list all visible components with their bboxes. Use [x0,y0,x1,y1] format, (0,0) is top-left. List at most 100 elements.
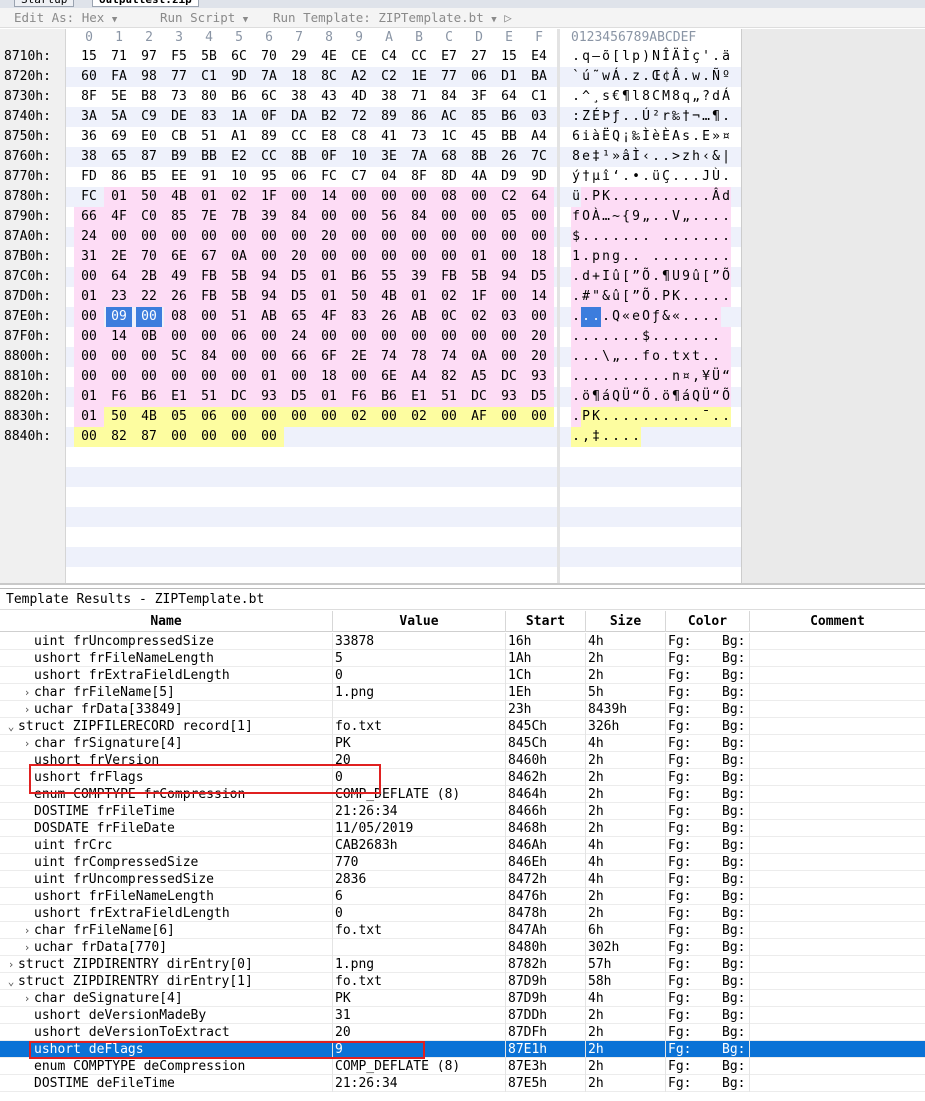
ascii-char[interactable]: " [591,287,601,307]
hex-byte[interactable]: 6C [256,87,282,107]
hex-byte[interactable]: DE [166,107,192,127]
ascii-char[interactable]: ý [571,167,581,187]
hex-byte[interactable]: E4 [526,47,552,67]
hex-byte[interactable]: C7 [346,167,372,187]
ascii-char[interactable]: . [571,327,581,347]
ascii-char[interactable]: ) [641,47,651,67]
ascii-char[interactable]: û [611,287,621,307]
hex-byte[interactable]: 00 [314,207,344,227]
column-header-value[interactable]: Value [333,611,506,632]
hex-byte[interactable]: 0A [464,347,494,367]
ascii-char[interactable]: . [701,287,711,307]
hex-byte[interactable]: 00 [464,327,494,347]
ascii-char[interactable]: . [671,247,681,267]
ascii-char[interactable]: ' [701,47,711,67]
ascii-char[interactable]: h [691,147,701,167]
ascii-char[interactable]: . [641,187,651,207]
ascii-char[interactable]: ¹ [601,147,611,167]
hex-byte[interactable]: E8 [316,127,342,147]
ascii-char[interactable]: . [691,287,701,307]
hex-byte[interactable]: 0F [316,147,342,167]
hex-byte[interactable]: 00 [74,367,104,387]
hex-byte[interactable]: 00 [284,187,314,207]
ascii-char[interactable]: . [621,227,631,247]
ascii-char[interactable]: . [581,227,591,247]
ascii-char[interactable]: . [611,367,621,387]
hex-byte[interactable]: CC [256,147,282,167]
ascii-char[interactable]: € [611,87,621,107]
hex-byte[interactable]: C8 [346,127,372,147]
ascii-char[interactable]: Q [611,307,621,327]
ascii-char[interactable]: â [621,147,631,167]
table-row[interactable]: DOSTIME deFileTime 21:26:34 87E5h 2h Fg: Bg: [0,1075,925,1092]
table-row[interactable]: ushort deVersionMadeBy 31 87DDh 2h Fg: Bg: [0,1007,925,1024]
ascii-char[interactable]: . [721,407,731,427]
hex-byte[interactable]: 24 [74,227,104,247]
ascii-area[interactable]: 0123456789ABCDEF. q — õ[l p) N Î Ä Ìç '. ä ` ú ˜ w Á. z.… [560,29,741,585]
ascii-char[interactable]: ‚ [581,427,591,447]
hex-byte[interactable]: 49 [164,267,194,287]
ascii-char[interactable]: . [631,227,641,247]
hex-byte[interactable]: 50 [104,407,134,427]
hex-byte[interactable]: 00 [524,407,554,427]
hex-byte[interactable]: C2 [376,67,402,87]
ascii-char[interactable]: . [671,167,681,187]
ascii-char[interactable]: + [591,267,601,287]
ascii-char[interactable]: . [571,367,581,387]
hex-byte[interactable]: 6E [374,367,404,387]
hex-byte[interactable]: 00 [136,307,162,327]
ascii-char[interactable]: . [661,347,671,367]
ascii-char[interactable]: ` [571,67,581,87]
hex-byte[interactable]: C2 [494,187,524,207]
ascii-char[interactable]: º [721,67,731,87]
ascii-char[interactable]: . [651,287,661,307]
hex-byte[interactable]: 85 [466,107,492,127]
hex-byte[interactable]: 00 [494,287,524,307]
hex-byte[interactable]: 00 [134,367,164,387]
ascii-char[interactable]: . [651,207,661,227]
ascii-char[interactable]: † [681,107,691,127]
ascii-char[interactable]: . [691,207,701,227]
ascii-char[interactable]: J [701,167,711,187]
ascii-char[interactable]: Ì [641,127,651,147]
hex-bytes-area[interactable]: 0 1 2 3 4 5 6 7 8 9 A B C D E F 15 71 97 F5 5B 6C 70 29 4E CE C4 CC… [66,29,557,585]
hex-byte[interactable]: 01 [314,287,344,307]
ascii-char[interactable]: » [611,147,621,167]
hex-byte[interactable]: 85 [164,207,194,227]
ascii-char[interactable]: p [591,247,601,267]
ascii-char[interactable]: . [681,247,691,267]
hex-byte[interactable]: 00 [434,207,464,227]
ascii-char[interactable]: 9 [631,207,641,227]
hex-byte[interactable]: 80 [196,87,222,107]
hex-byte[interactable]: 4B [374,287,404,307]
ascii-char[interactable]: q [581,47,591,67]
hex-byte[interactable]: 00 [374,227,404,247]
ascii-char[interactable]: ¬ [691,107,701,127]
ascii-char[interactable] [721,347,731,367]
hex-byte[interactable]: 01 [314,267,344,287]
hex-byte[interactable]: 27 [466,47,492,67]
hex-byte[interactable]: 84 [284,207,314,227]
ascii-char[interactable]: . [701,187,711,207]
ascii-char[interactable]: # [581,287,591,307]
hex-byte[interactable]: 00 [404,187,434,207]
hex-byte[interactable]: BB [496,127,522,147]
edit-as-dropdown[interactable]: Edit As: Hex ▼ [14,10,117,25]
hex-byte[interactable]: 20 [524,347,554,367]
hex-byte[interactable]: 00 [464,227,494,247]
hex-byte[interactable]: 67 [194,247,224,267]
ascii-char[interactable]: E [701,127,711,147]
ascii-char[interactable]: ç [691,47,701,67]
hex-byte[interactable]: 10 [346,147,372,167]
ascii-char[interactable]: ” [631,267,641,287]
ascii-char[interactable]: . [691,407,701,427]
ascii-char[interactable]: . [641,407,651,427]
hex-byte[interactable]: 66 [284,347,314,367]
table-row[interactable]: › struct ZIPDIRENTRY dirEntry[0] 1.png 8782… [0,956,925,973]
ascii-char[interactable]: z [631,67,641,87]
ascii-char[interactable]: . [691,187,701,207]
ascii-char[interactable]: . [631,187,641,207]
template-results-grid[interactable]: Name Value Start Size Color Comment uint… [0,611,925,1101]
hex-byte[interactable]: 68 [436,147,462,167]
hex-byte[interactable]: 00 [224,347,254,367]
